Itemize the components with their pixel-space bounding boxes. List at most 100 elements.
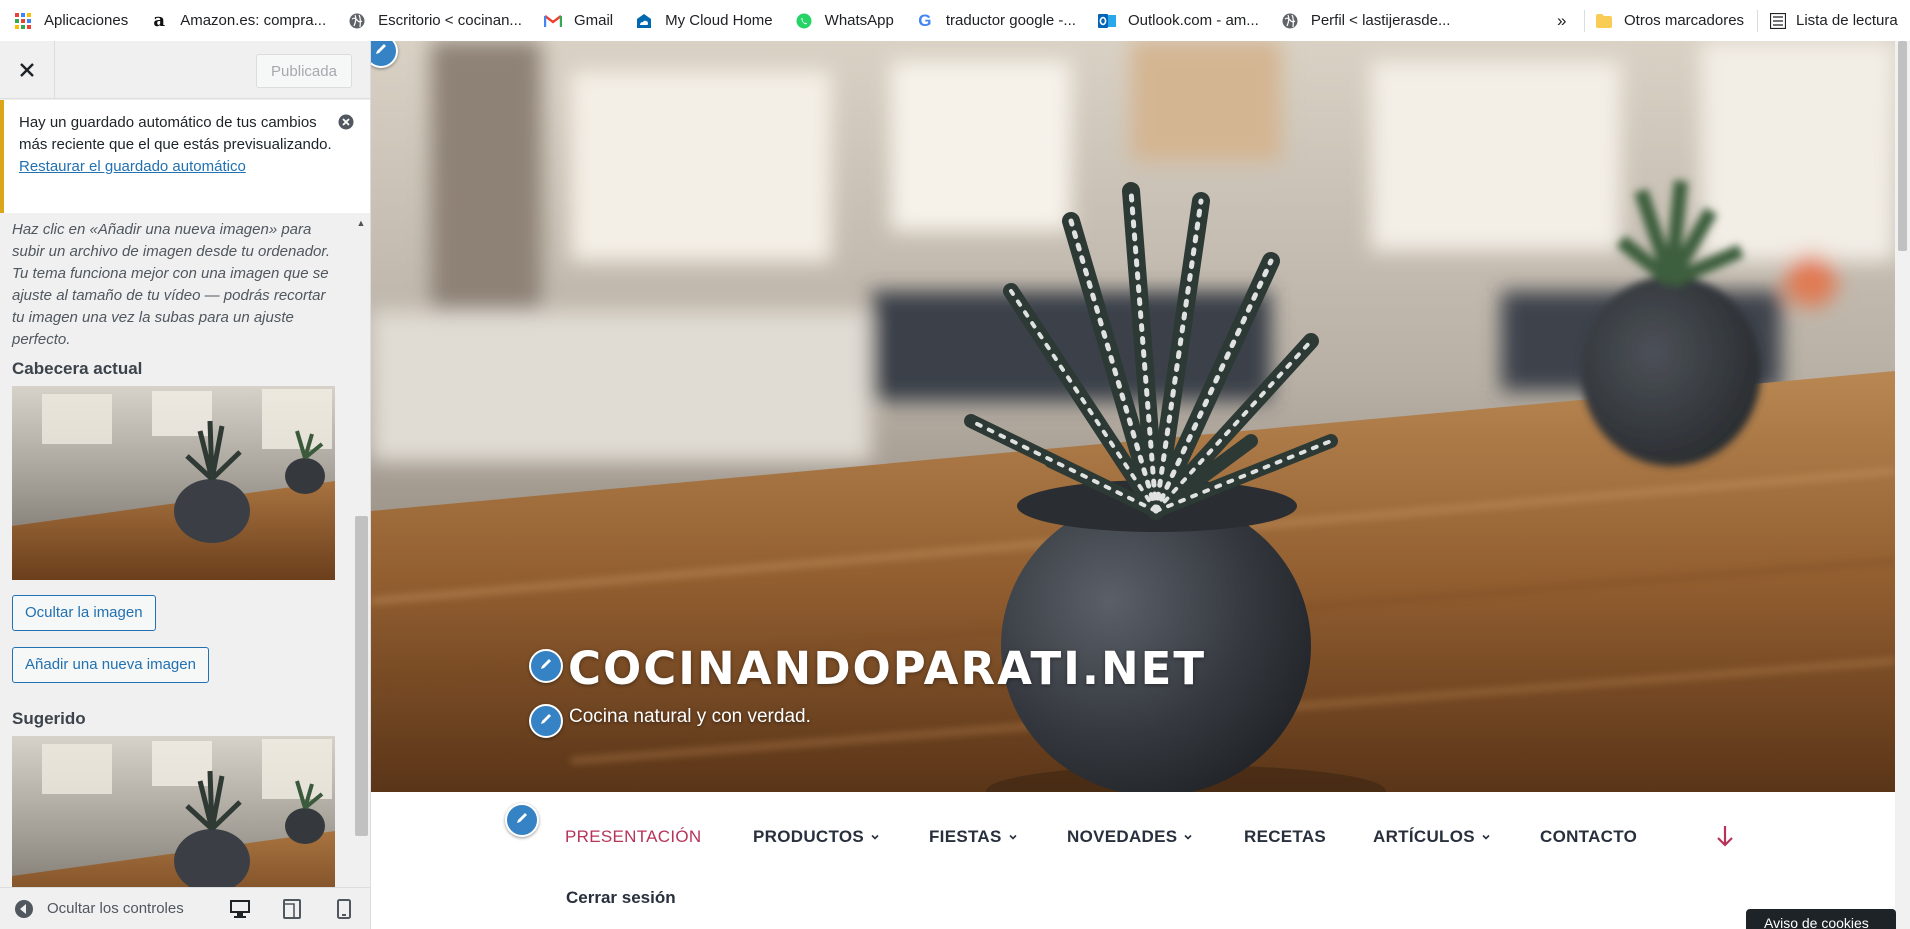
other-bookmarks-folder[interactable]: Otros marcadores bbox=[1596, 0, 1744, 41]
other-bookmarks-label: Otros marcadores bbox=[1624, 12, 1745, 29]
logout-label: Cerrar sesión bbox=[566, 888, 676, 907]
reading-list-label: Lista de lectura bbox=[1796, 12, 1898, 29]
site-tagline: Cocina natural y con verdad. bbox=[569, 706, 811, 727]
nav-item-contacto[interactable]: CONTACTO bbox=[1540, 827, 1637, 847]
desktop-preview-icon[interactable] bbox=[229, 899, 251, 923]
hide-image-button[interactable]: Ocultar la imagen bbox=[12, 595, 156, 631]
dismiss-icon[interactable] bbox=[338, 114, 354, 130]
customizer-header: Publicada bbox=[0, 41, 370, 99]
chevron-down-icon bbox=[871, 834, 879, 840]
bookmark-apps[interactable]: Aplicaciones bbox=[14, 0, 150, 41]
current-header-thumbnail[interactable] bbox=[12, 386, 335, 580]
amazon-icon: a bbox=[153, 10, 166, 31]
logout-link[interactable]: Cerrar sesión bbox=[566, 888, 676, 908]
scroll-up-arrow-icon[interactable]: ▲ bbox=[352, 216, 370, 230]
reading-list-button[interactable]: Lista de lectura bbox=[1769, 0, 1898, 41]
panel-scrollbar[interactable]: ▲ ▼ bbox=[352, 214, 370, 928]
bookmark-whatsapp[interactable]: WhatsApp bbox=[795, 0, 916, 41]
mobile-preview-icon[interactable] bbox=[337, 899, 351, 923]
bookmark-escritorio[interactable]: Escritorio < cocinan... bbox=[348, 0, 544, 41]
bookmark-label: Escritorio < cocinan... bbox=[378, 12, 522, 29]
gmail-icon bbox=[543, 12, 562, 30]
autosave-notice: Hay un guardado automático de tus cambio… bbox=[0, 100, 370, 213]
nav-item-presentacion[interactable]: PRESENTACIÓN bbox=[565, 827, 701, 847]
suggested-title: Sugerido bbox=[12, 709, 86, 728]
tablet-preview-icon[interactable] bbox=[283, 899, 301, 923]
nav-item-articulos[interactable]: ARTÍCULOS bbox=[1373, 827, 1491, 847]
published-button[interactable]: Publicada bbox=[256, 54, 352, 88]
apps-grid-icon bbox=[14, 12, 32, 30]
folder-icon bbox=[1596, 13, 1612, 28]
preview-scrollbar[interactable] bbox=[1895, 41, 1910, 929]
collapse-sidebar-icon bbox=[14, 899, 34, 919]
reading-list-icon bbox=[1769, 12, 1787, 29]
nav-item-label: PRESENTACIÓN bbox=[565, 827, 702, 846]
site-title[interactable]: COCINANDOPARATI.NET bbox=[568, 642, 1206, 695]
preview-scrollbar-thumb[interactable] bbox=[1898, 41, 1907, 251]
bookmark-label: Outlook.com - am... bbox=[1127, 12, 1259, 29]
wordpress-globe-icon bbox=[1281, 12, 1299, 30]
close-customizer-button[interactable] bbox=[0, 41, 55, 99]
notice-text: Hay un guardado automático de tus cambio… bbox=[19, 114, 332, 153]
bookmarks-divider bbox=[1584, 10, 1585, 32]
nav-item-novedades[interactable]: NOVEDADES bbox=[1067, 827, 1193, 847]
chevron-down-icon bbox=[1009, 834, 1017, 840]
whatsapp-icon bbox=[795, 12, 813, 30]
pencil-icon bbox=[374, 42, 388, 61]
nav-item-fiestas[interactable]: FIESTAS bbox=[929, 827, 1018, 847]
nav-item-label: NOVEDADES bbox=[1067, 827, 1178, 846]
bookmark-label: Amazon.es: compra... bbox=[180, 12, 327, 29]
bookmark-translate[interactable]: G traductor google -... bbox=[916, 0, 1098, 41]
outlook-icon bbox=[1097, 12, 1116, 30]
bookmark-outlook[interactable]: Outlook.com - am... bbox=[1097, 0, 1281, 41]
bookmark-label: Aplicaciones bbox=[44, 12, 129, 29]
close-icon bbox=[20, 56, 34, 84]
bookmark-amazon[interactable]: a Amazon.es: compra... bbox=[150, 0, 348, 41]
restore-autosave-link[interactable]: Restaurar el guardado automático bbox=[19, 158, 246, 175]
google-icon: G bbox=[918, 10, 932, 30]
wordpress-globe-icon bbox=[348, 12, 366, 30]
bookmark-perfil[interactable]: Perfil < lastijerasde... bbox=[1281, 0, 1473, 41]
edit-shortcut-title-button[interactable] bbox=[529, 649, 563, 683]
bookmark-label: traductor google -... bbox=[945, 12, 1076, 29]
nav-item-label: PRODUCTOS bbox=[753, 827, 865, 846]
current-header-title: Cabecera actual bbox=[12, 359, 143, 378]
edit-shortcut-tagline-button[interactable] bbox=[529, 704, 563, 738]
bookmark-label: Gmail bbox=[573, 12, 614, 29]
chevron-down-icon bbox=[1482, 834, 1490, 840]
bookmark-mycloud[interactable]: My Cloud Home bbox=[635, 0, 795, 41]
edit-shortcut-menu-button[interactable] bbox=[505, 803, 539, 837]
bookmark-label: WhatsApp bbox=[824, 12, 894, 29]
site-preview: COCINANDOPARATI.NET Cocina natural y con… bbox=[371, 41, 1910, 929]
pencil-icon bbox=[539, 712, 553, 731]
nav-item-label: FIESTAS bbox=[929, 827, 1002, 846]
cloud-icon bbox=[635, 12, 653, 30]
customizer-sidebar: Publicada Hay un guardado automático de … bbox=[0, 41, 371, 929]
overflow-chevron-icon: » bbox=[1557, 10, 1567, 30]
bookmarks-bar: Aplicaciones a Amazon.es: compra... Escr… bbox=[0, 0, 1910, 41]
cookie-notice-button[interactable]: Aviso de cookies bbox=[1746, 909, 1896, 929]
pencil-icon bbox=[515, 811, 529, 830]
primary-navigation: PRESENTACIÓN PRODUCTOS FIESTAS NOVEDADES… bbox=[371, 792, 1895, 929]
hide-controls-button[interactable]: Ocultar los controles bbox=[14, 899, 184, 919]
bookmarks-divider bbox=[1757, 10, 1758, 32]
nav-item-label: ARTÍCULOS bbox=[1373, 827, 1475, 846]
cookie-notice-label: Aviso de cookies bbox=[1764, 915, 1869, 929]
scrollbar-thumb[interactable] bbox=[355, 516, 368, 836]
chevron-down-icon bbox=[1184, 834, 1192, 840]
nav-item-productos[interactable]: PRODUCTOS bbox=[753, 827, 880, 847]
published-label: Publicada bbox=[271, 62, 337, 80]
hide-controls-label: Ocultar los controles bbox=[47, 900, 184, 917]
pencil-icon bbox=[539, 657, 553, 676]
bookmark-gmail[interactable]: Gmail bbox=[543, 0, 635, 41]
add-new-image-button[interactable]: Añadir una nueva imagen bbox=[12, 647, 209, 683]
nav-item-label: RECETAS bbox=[1244, 827, 1327, 846]
arrow-down-icon[interactable] bbox=[1716, 824, 1734, 853]
bookmark-label: Perfil < lastijerasde... bbox=[1310, 12, 1451, 29]
nav-item-label: CONTACTO bbox=[1540, 827, 1638, 846]
bookmark-label: My Cloud Home bbox=[665, 12, 773, 29]
nav-item-recetas[interactable]: RECETAS bbox=[1244, 827, 1326, 847]
bookmarks-overflow-button[interactable]: » bbox=[1557, 0, 1566, 41]
panel-description: Haz clic en «Añadir una nueva imagen» pa… bbox=[12, 221, 330, 348]
header-image-panel: Haz clic en «Añadir una nueva imagen» pa… bbox=[0, 214, 352, 928]
